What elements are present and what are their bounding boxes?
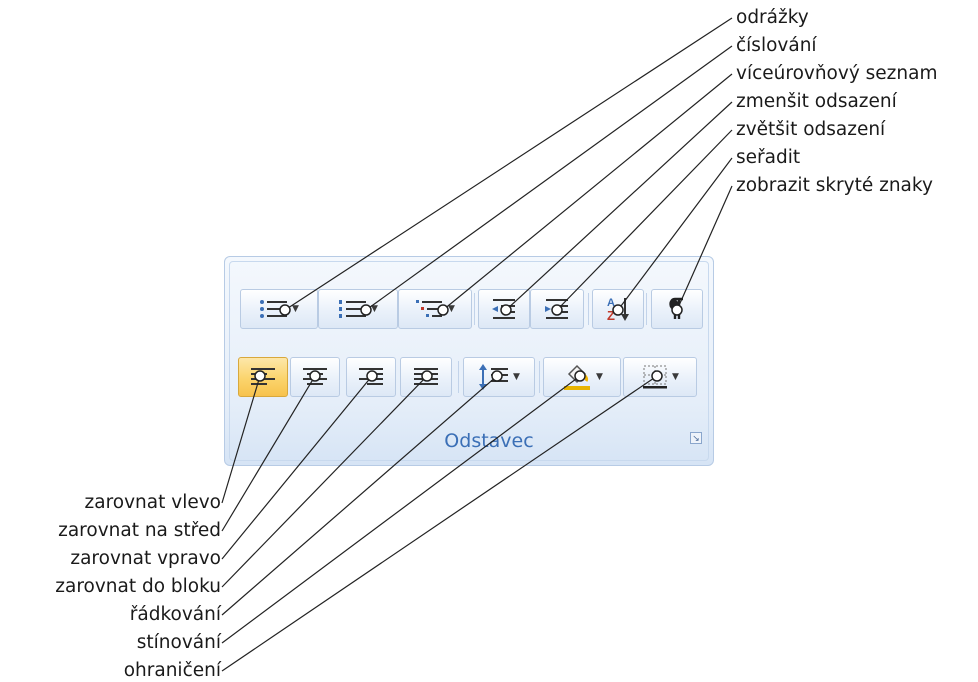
chevron-down-icon[interactable]: ▼ <box>672 372 679 382</box>
chevron-down-icon[interactable]: ▼ <box>513 372 520 382</box>
group-title: Odstavec <box>444 430 534 452</box>
separator <box>458 361 459 393</box>
decrease-indent-icon <box>492 299 515 319</box>
align-right-button[interactable] <box>346 357 396 397</box>
separator <box>646 293 647 325</box>
svg-text:Z: Z <box>607 308 615 323</box>
separator <box>474 293 475 325</box>
chevron-down-icon[interactable]: ▼ <box>448 304 455 314</box>
label-multilevel-list: víceúrovňový seznam <box>736 63 938 84</box>
decrease-indent-button[interactable] <box>478 289 530 329</box>
label-bullets: odrážky <box>736 7 809 28</box>
paint-bucket-icon <box>564 364 591 390</box>
align-center-button[interactable] <box>290 357 340 397</box>
align-left-icon <box>251 368 275 385</box>
increase-indent-button[interactable] <box>530 289 584 329</box>
justify-icon <box>414 368 438 385</box>
separator <box>588 293 589 325</box>
label-justify: zarovnat do bloku <box>55 576 221 597</box>
justify-button[interactable] <box>400 357 452 397</box>
label-increase-indent: zvětšit odsazení <box>736 119 886 140</box>
show-hide-marks-button[interactable] <box>651 289 703 329</box>
numbering-button[interactable]: ▼ <box>318 289 398 329</box>
label-align-right: zarovnat vpravo <box>70 548 221 569</box>
label-align-center: zarovnat na střed <box>58 520 221 541</box>
label-show-hide-marks: zobrazit skryté znaky <box>736 175 933 196</box>
label-sort: seřadit <box>736 147 801 168</box>
numbering-icon <box>339 300 367 318</box>
separator <box>539 361 540 393</box>
pilcrow-icon <box>669 297 683 319</box>
increase-indent-icon <box>545 299 568 319</box>
chevron-down-icon[interactable]: ▼ <box>596 372 603 382</box>
align-right-icon <box>359 368 383 385</box>
shading-button[interactable]: ▼ <box>543 357 621 397</box>
label-line-spacing: řádkování <box>129 604 221 625</box>
label-decrease-indent: zmenšit odsazení <box>736 91 897 112</box>
sort-button[interactable]: A Z <box>592 289 644 329</box>
multilevel-list-icon <box>416 300 443 317</box>
label-numbering: číslování <box>736 35 817 56</box>
borders-button[interactable]: ▼ <box>623 357 697 397</box>
label-borders: ohraničení <box>123 660 221 681</box>
chevron-down-icon[interactable]: ▼ <box>292 304 299 314</box>
line-spacing-icon <box>479 364 509 390</box>
chevron-down-icon[interactable]: ▼ <box>371 304 378 314</box>
align-center-icon <box>303 368 327 385</box>
sort-az-icon: A Z <box>607 297 629 323</box>
label-shading: stínování <box>136 632 221 653</box>
align-left-button[interactable] <box>238 357 288 397</box>
dialog-launcher-icon[interactable]: ↘ <box>690 432 702 444</box>
border-icon <box>643 365 668 389</box>
bullets-icon <box>260 300 288 318</box>
multilevel-list-button[interactable]: ▼ <box>398 289 472 329</box>
label-align-left: zarovnat vlevo <box>84 492 221 513</box>
bullets-button[interactable]: ▼ <box>240 289 318 329</box>
line-spacing-button[interactable]: ▼ <box>463 357 535 397</box>
